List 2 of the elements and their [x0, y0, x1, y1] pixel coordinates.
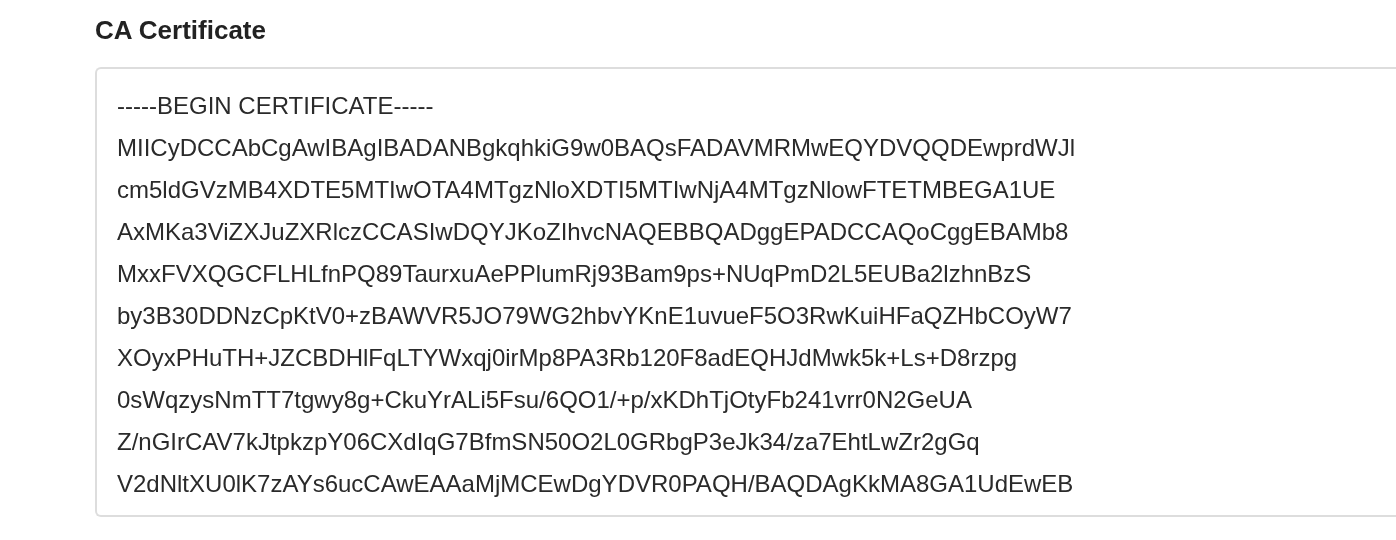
certificate-field[interactable]: -----BEGIN CERTIFICATE----- MIICyDCCAbCgAwIBAgIBADANBgkqhkiG9w0BAQsFADAVMRMwEQYDVQQDEwprdWJl cm5ldGVzMB4XDTE5MTIwOTA4MTgzNloXDTI5MTIwNjA4MTgzNlowFTETMBEGA1UE AxMKa3ViZXJuZXRlczCCASIwDQYJKoZIhvcNAQEBBQADggEPADCCAQoCggEBAMb8 MxxFVXQGCFLHLfnPQ89TaurxuAePPlumRj93Bam9ps+NUqPmD2L5EUBa2lzhnBzS by3B30DDNzCpKtV0+zBAWVR5JO79WG2hbvYKnE1uvueF5O3RwKuiHFaQZHbCOyW7 XOyxPHuTH+JZCBDHlFqLTYWxqj0irMp8PA3Rb120F8adEQHJdMwk5k+Ls+D8rzpg 0sWqzysNmTT7tgwy8g+CkuYrALi5Fsu/6QO1/+p/xKDhTjOtyFb241vrr0N2GeUA Z/nGIrCAV7kJtpkzpY06CXdIqG7BfmSN50O2L0GRbgP3eJk34/za7EhtLwZr2gGq V2dNltXU0lK7zAYs6ucCAwEAAaMjMCEwDgYDVR0PAQH/BAQDAgKkMA8GA1UdEwEB [95, 67, 1396, 517]
field-label: CA Certificate [95, 14, 267, 47]
